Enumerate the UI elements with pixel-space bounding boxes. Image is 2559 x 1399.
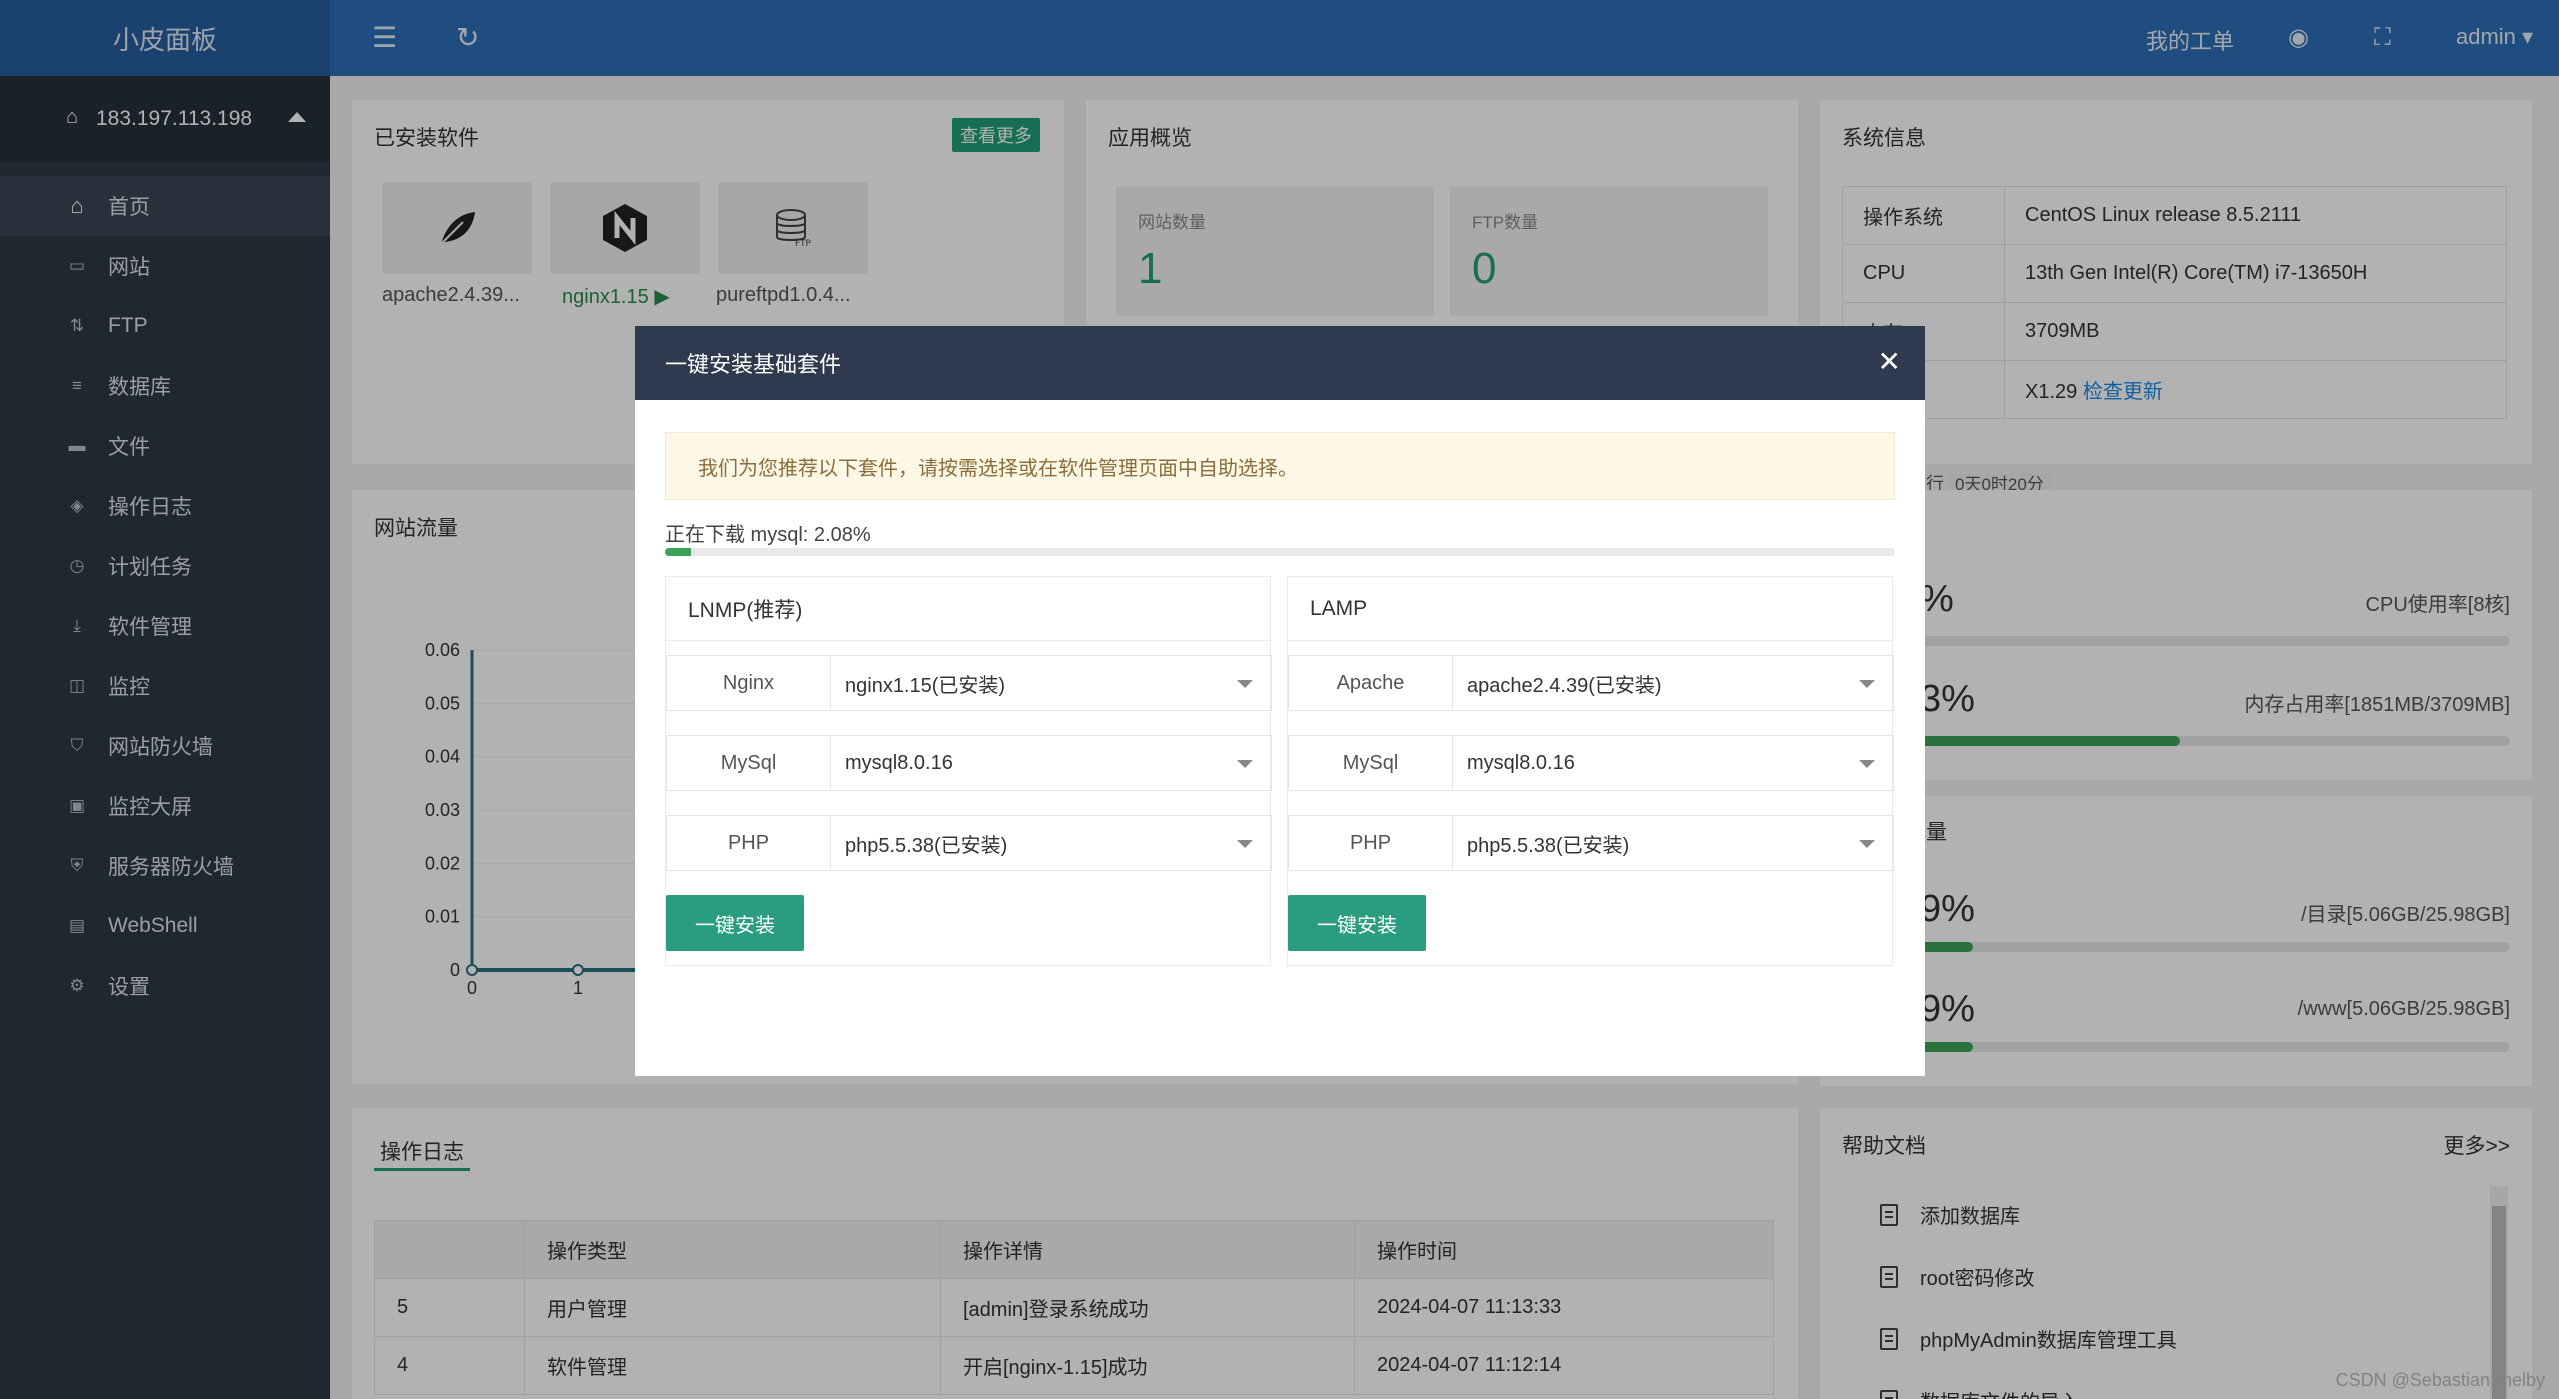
lnmp-php-row: PHP php5.5.38(已安装): [666, 815, 1272, 871]
row-label: MySql: [667, 736, 831, 790]
php-select[interactable]: php5.5.38(已安装): [1453, 816, 1893, 870]
lamp-apache-row: Apache apache2.4.39(已安装): [1288, 655, 1894, 711]
download-progress-bar: [665, 548, 1895, 556]
chevron-down-icon: [1859, 680, 1875, 688]
chevron-down-icon: [1859, 840, 1875, 848]
recommend-notice: 我们为您推荐以下套件，请按需选择或在软件管理页面中自助选择。: [665, 432, 1895, 500]
row-label: PHP: [1289, 816, 1453, 870]
select-value: mysql8.0.16: [1467, 751, 1575, 774]
modal-title: 一键安装基础套件: [665, 352, 842, 377]
apache-select[interactable]: apache2.4.39(已安装): [1453, 656, 1893, 710]
select-value: mysql8.0.16: [845, 751, 953, 774]
lamp-install-button[interactable]: 一键安装: [1288, 895, 1426, 951]
modal-header: 一键安装基础套件 ✕: [635, 326, 1925, 400]
lnmp-install-button[interactable]: 一键安装: [666, 895, 804, 951]
select-value: php5.5.38(已安装): [1467, 834, 1630, 857]
lamp-php-row: PHP php5.5.38(已安装): [1288, 815, 1894, 871]
row-label: MySql: [1289, 736, 1453, 790]
chevron-down-icon: [1237, 680, 1253, 688]
install-suite-modal: 一键安装基础套件 ✕ 我们为您推荐以下套件，请按需选择或在软件管理页面中自助选择…: [635, 326, 1925, 1076]
row-label: Nginx: [667, 656, 831, 710]
lamp-mysql-row: MySql mysql8.0.16: [1288, 735, 1894, 791]
download-status: 正在下载 mysql: 2.08%: [665, 524, 871, 546]
chevron-down-icon: [1859, 760, 1875, 768]
chevron-down-icon: [1237, 760, 1253, 768]
chevron-down-icon: [1237, 840, 1253, 848]
select-value: apache2.4.39(已安装): [1467, 674, 1662, 697]
row-label: PHP: [667, 816, 831, 870]
lnmp-mysql-row: MySql mysql8.0.16: [666, 735, 1272, 791]
lnmp-nginx-row: Nginx nginx1.15(已安装): [666, 655, 1272, 711]
download-progress-fill: [665, 548, 691, 556]
mysql-select[interactable]: mysql8.0.16: [831, 736, 1271, 790]
select-value: php5.5.38(已安装): [845, 834, 1008, 857]
lnmp-title: LNMP(推荐): [666, 577, 1270, 641]
lamp-title: LAMP: [1288, 577, 1892, 641]
lamp-column: LAMP Apache apache2.4.39(已安装) MySql mysql8…: [1287, 576, 1894, 966]
close-icon[interactable]: ✕: [1878, 348, 1901, 376]
mysql-select[interactable]: mysql8.0.16: [1453, 736, 1893, 790]
select-value: nginx1.15(已安装): [845, 674, 1006, 697]
lnmp-column: LNMP(推荐) Nginx nginx1.15(已安装) MySql mysql8…: [665, 576, 1272, 966]
row-label: Apache: [1289, 656, 1453, 710]
php-select[interactable]: php5.5.38(已安装): [831, 816, 1271, 870]
nginx-select[interactable]: nginx1.15(已安装): [831, 656, 1271, 710]
